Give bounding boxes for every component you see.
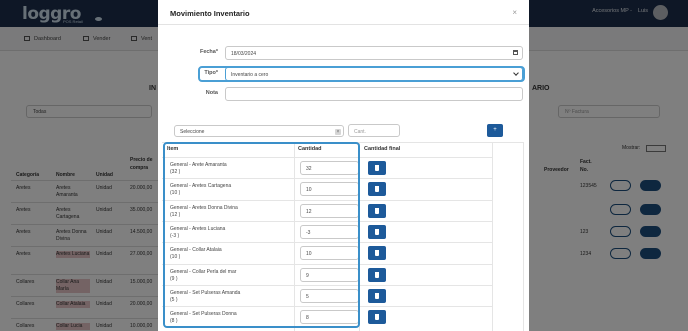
tipo-select[interactable]: Inventario a cero	[225, 67, 523, 81]
tipo-value: Inventario a cero	[231, 72, 269, 78]
trash-icon	[375, 250, 379, 257]
movimiento-inventario-modal: Movimiento Inventario × Fecha* 18/03/202…	[158, 0, 529, 331]
delete-item-button[interactable]	[368, 182, 386, 197]
trash-icon	[375, 165, 379, 171]
add-item-button[interactable]: +	[487, 124, 503, 137]
chevron-down-icon	[513, 70, 519, 76]
trash-icon	[375, 186, 379, 193]
delete-item-button[interactable]	[368, 267, 386, 282]
calendar-icon[interactable]	[513, 50, 518, 55]
trash-icon	[375, 314, 379, 321]
product-select[interactable]: Seleccione ×	[174, 125, 344, 137]
nota-label: Nota	[205, 90, 218, 96]
grid-divider	[492, 142, 493, 331]
clear-icon[interactable]: ×	[335, 129, 341, 135]
product-select-value: Seleccione	[180, 129, 205, 135]
delete-item-button[interactable]	[368, 246, 386, 261]
fecha-value: 18/03/2024	[231, 51, 257, 57]
highlight-box	[163, 142, 360, 328]
close-icon[interactable]: ×	[512, 8, 517, 17]
delete-item-button[interactable]	[368, 288, 386, 303]
modal-header: Movimiento Inventario ×	[158, 0, 529, 25]
modal-title: Movimiento Inventario	[170, 9, 250, 18]
col-cantidad-final: Cantidad final	[364, 146, 401, 152]
nota-field[interactable]	[225, 87, 523, 101]
delete-item-button[interactable]	[368, 310, 386, 325]
delete-item-button[interactable]	[368, 161, 386, 175]
trash-icon	[375, 292, 379, 299]
trash-icon	[375, 207, 379, 214]
delete-item-button[interactable]	[368, 224, 386, 239]
cantidad-input[interactable]: Cant.	[348, 124, 400, 137]
fecha-field[interactable]: 18/03/2024	[225, 46, 523, 60]
delete-item-button[interactable]	[368, 203, 386, 218]
trash-icon	[375, 271, 379, 278]
trash-icon	[375, 228, 379, 235]
fecha-label: Fecha*	[199, 49, 218, 55]
